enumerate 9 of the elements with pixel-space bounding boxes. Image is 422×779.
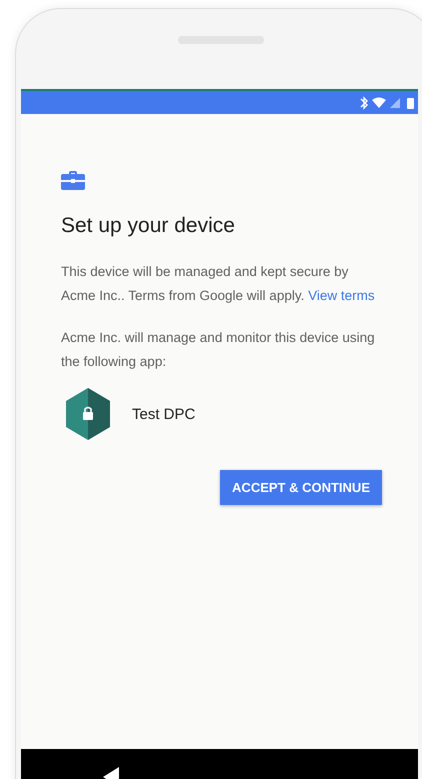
briefcase-icon	[61, 170, 85, 190]
status-icons	[358, 96, 416, 110]
body-paragraph: Acme Inc. will manage and monitor this device using the following app:	[61, 329, 376, 371]
view-terms-link[interactable]: View terms	[308, 288, 375, 303]
accept-continue-button[interactable]: ACCEPT & CONTINUE	[220, 470, 382, 505]
app-name: Test DPC	[132, 406, 196, 422]
app-shield-icon	[64, 388, 112, 440]
page-title: Set up your device	[61, 214, 236, 238]
body-paragraph: This device will be managed and kept secure by Acme Inc.. Terms from Google will apply. View terms	[61, 263, 376, 305]
